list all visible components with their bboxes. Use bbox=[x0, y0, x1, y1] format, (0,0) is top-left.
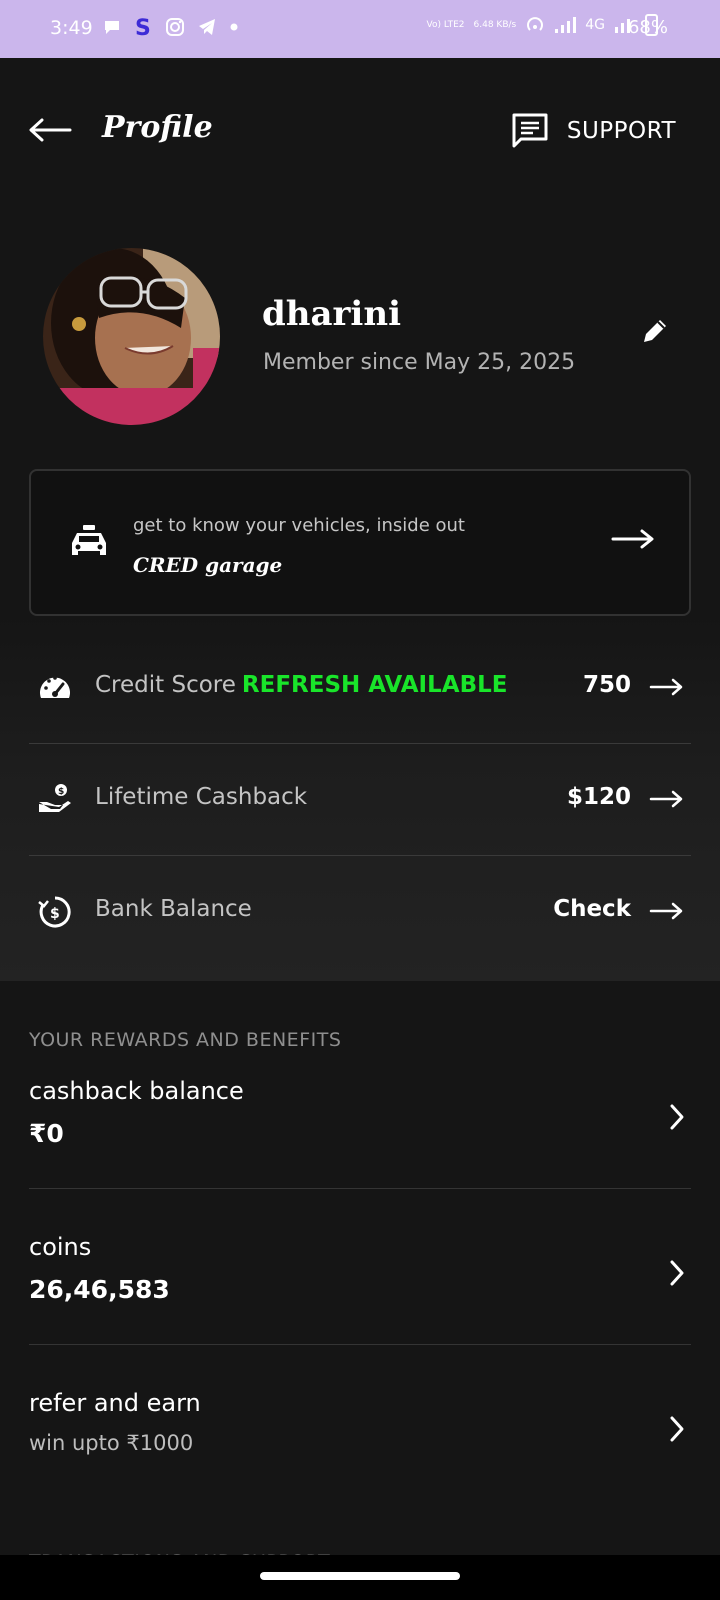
status-time: 3:49 bbox=[50, 17, 93, 39]
lifetime-cashback-label: Lifetime Cashback bbox=[95, 784, 308, 810]
system-indicators: Vo) LTE2 6.48 KB/s 4G bbox=[426, 14, 658, 36]
stat-row-credit-score[interactable]: Credit Score REFRESH AVAILABLE 750 bbox=[29, 632, 691, 744]
credit-score-label: Credit Score bbox=[95, 672, 236, 698]
profile-section: dharini Member since May 25, 2025 bbox=[0, 198, 720, 458]
support-label: SUPPORT bbox=[566, 118, 676, 144]
bank-balance-label: Bank Balance bbox=[95, 896, 252, 922]
network-speed: 6.48 KB/s bbox=[473, 20, 517, 30]
reward-value: ₹0 bbox=[29, 1119, 64, 1148]
svg-text:$: $ bbox=[50, 906, 60, 922]
garage-subtitle: get to know your vehicles, inside out bbox=[133, 515, 465, 536]
rewards-section: YOUR REWARDS AND BENEFITS cashback balan… bbox=[0, 981, 720, 1557]
arrow-right-icon bbox=[611, 529, 654, 549]
avatar[interactable] bbox=[43, 248, 220, 425]
stats-section: Credit Score REFRESH AVAILABLE 750 $ Life… bbox=[0, 616, 720, 981]
pencil-edit-icon[interactable] bbox=[640, 316, 670, 346]
page-title: Profile bbox=[102, 110, 213, 145]
telegram-icon bbox=[199, 19, 215, 35]
gesture-nav-bar bbox=[0, 1555, 720, 1600]
bank-balance-value: Check bbox=[553, 896, 631, 922]
support-button[interactable]: SUPPORT bbox=[511, 112, 676, 150]
cred-garage-card[interactable]: get to know your vehicles, inside out CR… bbox=[29, 469, 691, 616]
hotspot-icon bbox=[527, 17, 544, 31]
status-bar: 3:49 S Vo) LTE2 6.48 KB/s 4G 68% bbox=[0, 0, 720, 58]
battery-level: 68% bbox=[627, 17, 668, 38]
credit-score-value: 750 bbox=[582, 672, 631, 698]
speedometer-icon bbox=[40, 676, 70, 698]
cashback-hand-icon: $ bbox=[39, 784, 71, 812]
reward-title: refer and earn bbox=[29, 1389, 201, 1417]
signal-icon bbox=[555, 17, 577, 33]
reward-item-cashback-balance[interactable]: cashback balance ₹0 bbox=[29, 1077, 691, 1189]
message-icon bbox=[512, 113, 548, 148]
reward-value: win upto ₹1000 bbox=[29, 1431, 194, 1455]
dot-icon bbox=[230, 23, 238, 31]
car-icon bbox=[72, 525, 106, 555]
rewards-section-title: YOUR REWARDS AND BENEFITS bbox=[29, 1029, 342, 1051]
reward-item-refer-and-earn[interactable]: refer and earn win upto ₹1000 bbox=[29, 1389, 691, 1489]
notification-icons: S bbox=[103, 16, 239, 38]
svg-text:$: $ bbox=[58, 787, 64, 797]
garage-title: CRED garage bbox=[133, 553, 283, 577]
stat-row-bank-balance[interactable]: $ Bank Balance Check bbox=[29, 856, 691, 968]
chevron-right-icon bbox=[670, 1416, 684, 1442]
chevron-right-icon bbox=[670, 1104, 684, 1130]
home-handle[interactable] bbox=[260, 1572, 460, 1580]
reward-value: 26,46,583 bbox=[29, 1275, 170, 1304]
instagram-icon bbox=[166, 18, 184, 36]
user-name: dharini bbox=[262, 294, 401, 334]
app-header: Profile SUPPORT bbox=[0, 58, 720, 198]
lifetime-cashback-value: $120 bbox=[566, 784, 631, 810]
avatar-photo bbox=[43, 248, 220, 425]
reward-title: cashback balance bbox=[29, 1077, 244, 1105]
s-app-icon: S bbox=[135, 16, 151, 38]
arrow-right-icon bbox=[649, 790, 683, 808]
refresh-badge[interactable]: REFRESH AVAILABLE bbox=[242, 672, 508, 698]
reward-item-coins[interactable]: coins 26,46,583 bbox=[29, 1233, 691, 1345]
back-arrow-icon[interactable] bbox=[28, 118, 72, 142]
arrow-right-icon bbox=[649, 902, 683, 920]
volte-indicator: Vo) LTE2 bbox=[426, 20, 465, 30]
stat-label: Credit Score REFRESH AVAILABLE bbox=[95, 672, 507, 698]
member-since: Member since May 25, 2025 bbox=[263, 350, 576, 375]
stat-row-lifetime-cashback[interactable]: $ Lifetime Cashback $120 bbox=[29, 744, 691, 856]
reward-title: coins bbox=[29, 1233, 92, 1261]
bank-balance-icon: $ bbox=[38, 896, 71, 928]
svg-text:S: S bbox=[135, 16, 151, 38]
arrow-right-icon bbox=[649, 678, 683, 696]
chevron-right-icon bbox=[670, 1260, 684, 1286]
network-type: 4G bbox=[585, 17, 605, 33]
chat-bubble-icon bbox=[105, 21, 119, 34]
